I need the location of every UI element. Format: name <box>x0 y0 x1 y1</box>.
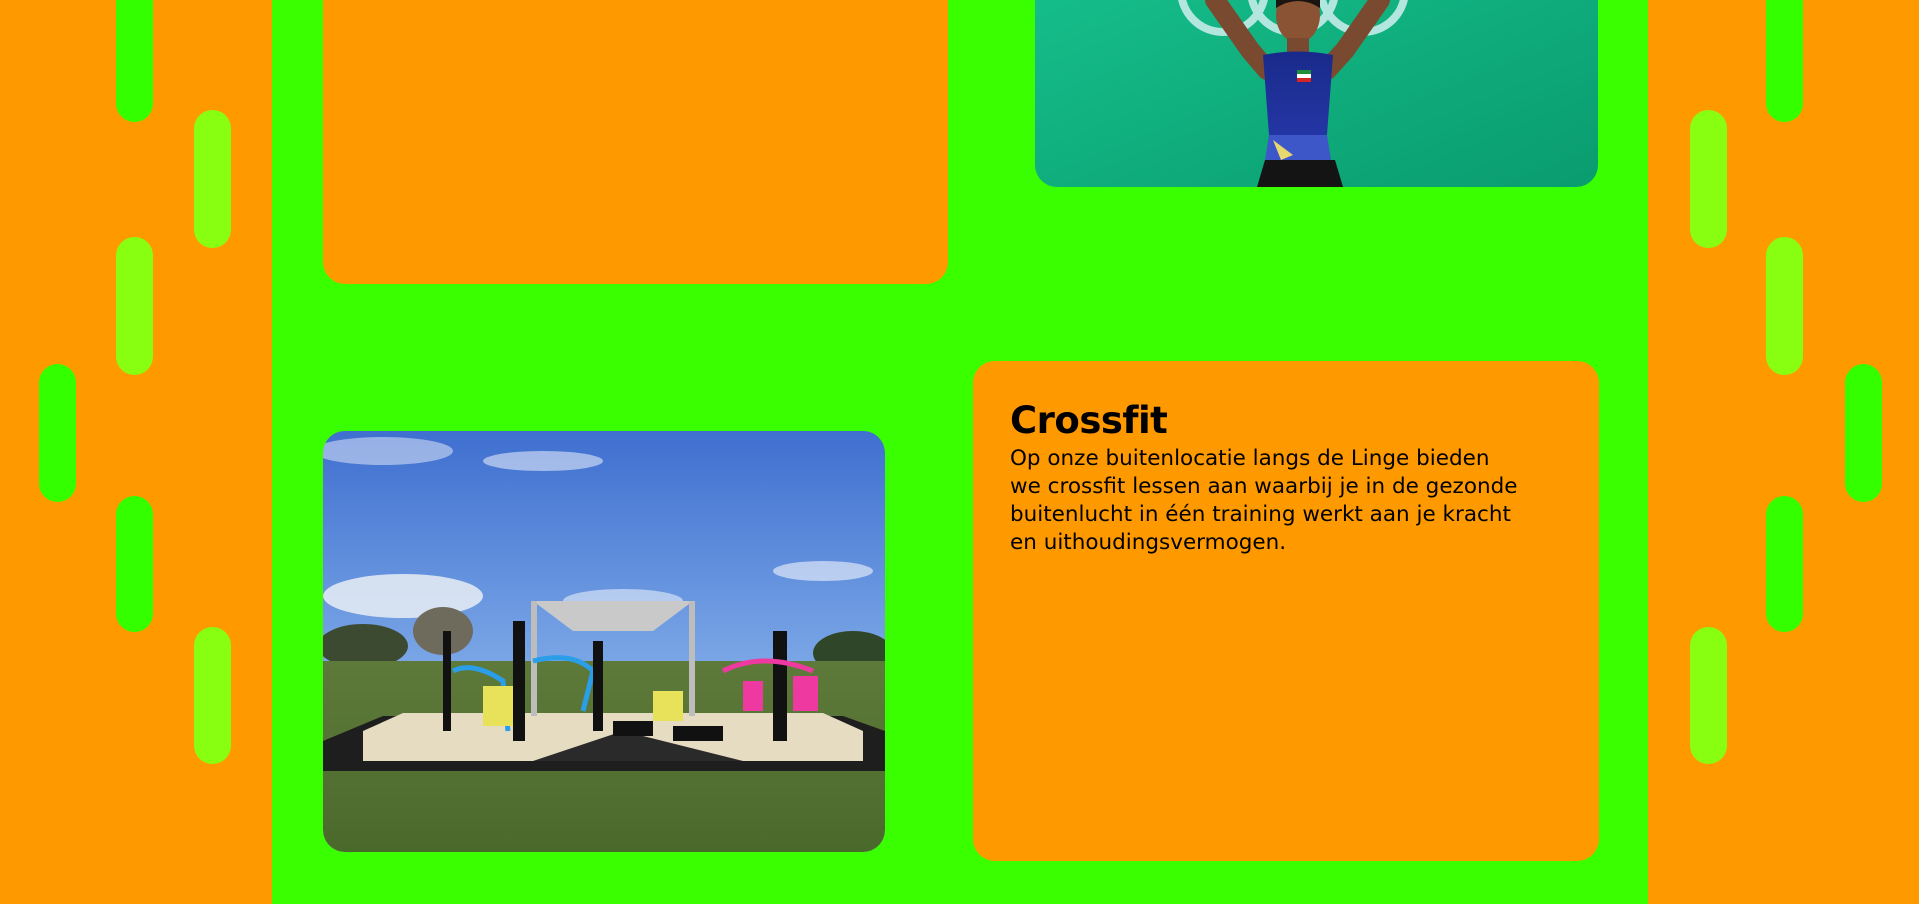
decor-pill <box>194 627 231 764</box>
outdoor-fitness-illustration <box>323 431 885 852</box>
weightlifter-image <box>1035 0 1598 187</box>
right-decoration <box>1648 0 1919 904</box>
decor-pill <box>116 0 153 122</box>
decor-pill <box>116 237 153 375</box>
decor-pill <box>1690 627 1727 764</box>
decor-pill <box>1845 364 1882 502</box>
decor-pill <box>1690 110 1727 248</box>
decor-pill <box>1766 237 1803 375</box>
decor-pill <box>39 364 76 502</box>
content-column: Crossfit Op onze buitenlocatie langs de … <box>272 0 1648 904</box>
decor-pill <box>116 496 153 632</box>
crossfit-description: Op onze buitenlocatie langs de Linge bie… <box>1010 446 1518 555</box>
weightlifter-illustration <box>1035 0 1598 187</box>
top-info-card <box>323 0 948 284</box>
left-decoration <box>0 0 272 904</box>
decor-pill <box>1766 0 1803 122</box>
crossfit-card: Crossfit Op onze buitenlocatie langs de … <box>973 361 1599 861</box>
decor-pill <box>1766 496 1803 632</box>
crossfit-park-image <box>323 431 885 852</box>
crossfit-title: Crossfit <box>1010 399 1168 442</box>
decor-pill <box>194 110 231 248</box>
